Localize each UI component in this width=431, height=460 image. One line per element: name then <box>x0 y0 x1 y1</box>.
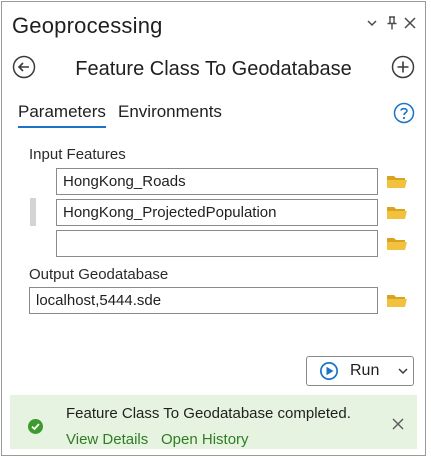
pin-icon[interactable] <box>384 14 400 32</box>
status-message-text: Feature Class To Geodatabase completed. <box>66 405 351 422</box>
add-circle-icon[interactable] <box>391 55 415 79</box>
drag-handle[interactable] <box>30 198 36 226</box>
folder-icon[interactable] <box>386 234 408 252</box>
folder-icon[interactable] <box>386 203 408 221</box>
folder-icon[interactable] <box>386 291 408 309</box>
output-geodatabase-label: Output Geodatabase <box>29 266 169 283</box>
open-history-link[interactable]: Open History <box>161 431 249 448</box>
chevron-down-icon[interactable] <box>395 363 411 379</box>
success-check-icon <box>28 419 43 434</box>
input-feature-field-empty[interactable] <box>56 230 378 257</box>
status-message-bar: Feature Class To Geodatabase completed. … <box>10 395 417 449</box>
input-feature-field[interactable]: HongKong_ProjectedPopulation <box>56 199 378 226</box>
folder-icon[interactable] <box>386 172 408 190</box>
tab-environments[interactable]: Environments <box>118 102 222 122</box>
pane-titlebar: Geoprocessing <box>2 2 425 46</box>
tab-parameters[interactable]: Parameters <box>18 102 106 128</box>
tool-title: Feature Class To Geodatabase <box>75 58 352 80</box>
view-details-link[interactable]: View Details <box>66 431 148 448</box>
help-icon[interactable] <box>393 102 415 124</box>
play-icon <box>319 361 339 381</box>
input-features-label: Input Features <box>29 146 126 163</box>
run-button[interactable]: Run <box>306 356 414 386</box>
tool-header: Feature Class To Geodatabase <box>2 50 425 86</box>
output-geodatabase-field[interactable]: localhost,5444.sde <box>29 287 378 314</box>
close-icon[interactable] <box>402 14 418 32</box>
run-label: Run <box>350 362 380 379</box>
input-feature-field[interactable]: HongKong_Roads <box>56 168 378 195</box>
close-icon[interactable] <box>391 417 405 431</box>
geoprocessing-pane: Geoprocessing Feature Class To Geodataba… <box>1 1 426 456</box>
pane-title: Geoprocessing <box>12 13 163 38</box>
chevron-down-icon[interactable] <box>364 14 380 32</box>
